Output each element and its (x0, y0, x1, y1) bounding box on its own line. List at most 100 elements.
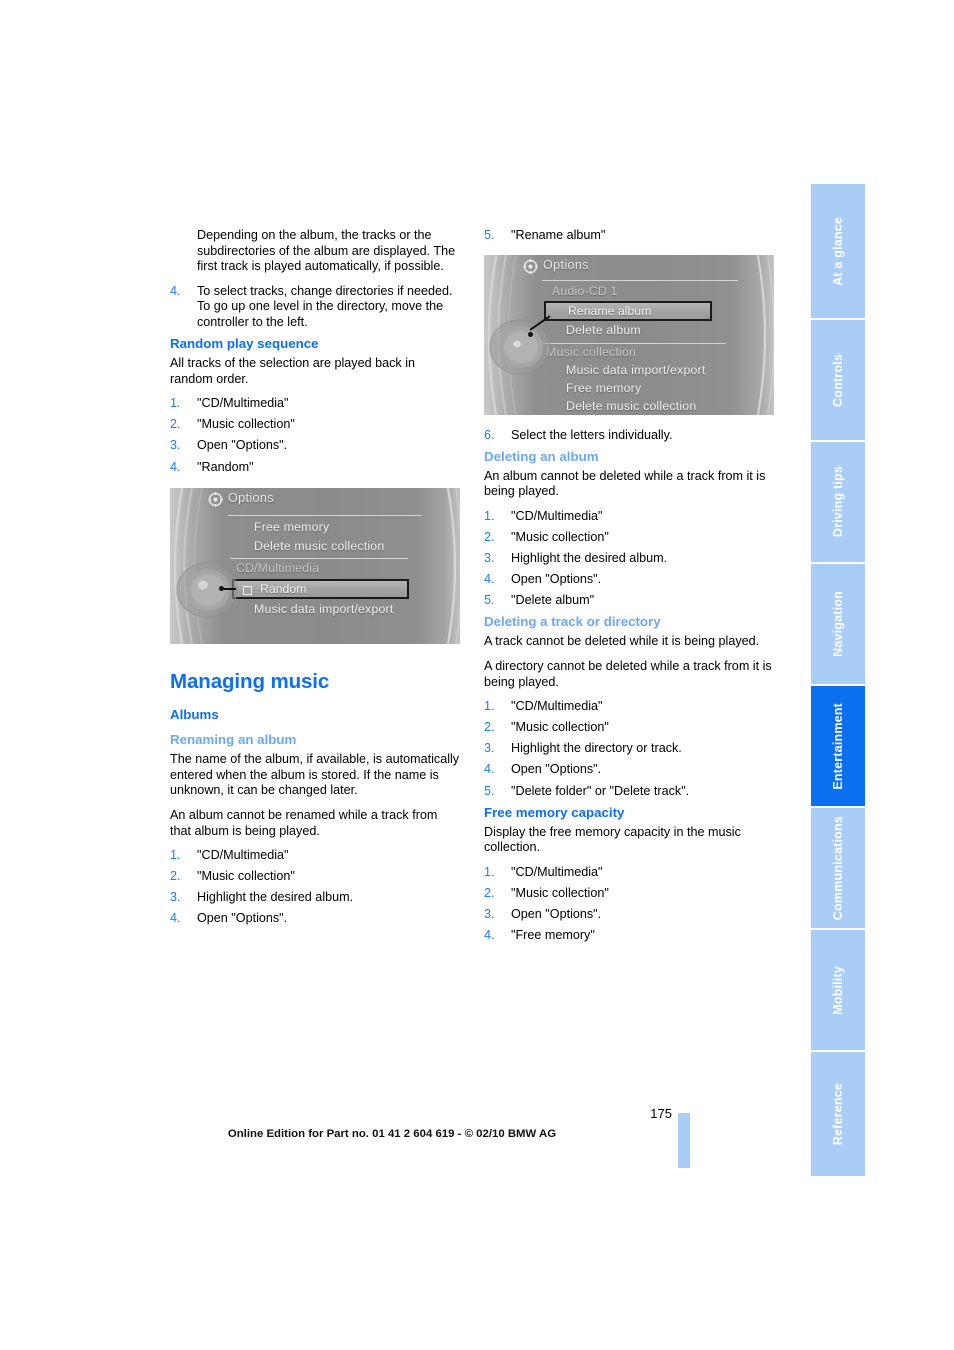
list-item: 6. Select the letters individually. (484, 428, 774, 444)
list-item: 5. "Delete album" (484, 593, 774, 609)
step-number: 2. (170, 417, 181, 432)
step-text: To select tracks, change directories if … (197, 283, 453, 329)
controller-knob-icon (176, 562, 238, 618)
sidebar-tab-label: Mobility (831, 965, 845, 1015)
list-item: 1. "CD/Multimedia" (170, 848, 460, 864)
divider (228, 515, 422, 517)
idrive-item-delete-music-collection[interactable]: Delete music collection (566, 399, 696, 413)
idrive-group-label-music-collection: Music collection (546, 344, 636, 359)
idrive-item-free-memory[interactable]: Free memory (566, 381, 641, 395)
random-step-list: 1. "CD/Multimedia" 2. "Music collection"… (170, 396, 460, 475)
random-intro-paragraph: All tracks of the selection are played b… (170, 356, 416, 386)
step-text: Highlight the desired album. (197, 890, 354, 905)
step-number: 2. (170, 869, 181, 884)
list-item: 2. "Music collection" (170, 869, 460, 885)
sidebar-tab-communications[interactable]: Communications (811, 808, 865, 930)
list-item: 3. Highlight the directory or track. (484, 741, 774, 757)
list-item: 2. "Music collection" (170, 417, 460, 433)
idrive-item-delete-music-collection[interactable]: Delete music collection (254, 539, 384, 553)
idrive-group-label-cd-multimedia: CD/Multimedia (236, 561, 320, 576)
step-number: 3. (484, 741, 495, 756)
step-text: "Delete album" (511, 593, 595, 608)
idrive-screenshot-random-options: Options Free memory Delete music collect… (170, 488, 460, 645)
divider (542, 279, 738, 281)
idrive-title-rename: Options (543, 257, 589, 272)
right-text-column: 5. "Rename album" Options Audio-CD 1 Ren… (484, 228, 774, 949)
sidebar-tab-driving-tips[interactable]: Driving tips (811, 442, 865, 564)
callout-dot (528, 331, 533, 337)
sidebar-tab-entertainment[interactable]: Entertainment (811, 686, 865, 808)
list-item: 1. "CD/Multimedia" (484, 699, 774, 715)
idrive-item-music-data-import-export[interactable]: Music data import/export (254, 602, 393, 616)
chapter-tab-rail: At a glance Controls Driving tips Naviga… (811, 184, 865, 1176)
list-item: 4. To select tracks, change directories … (170, 284, 460, 331)
list-item: 2. "Music collection" (484, 886, 774, 902)
rename-paragraph-2: An album cannot be renamed while a track… (170, 807, 438, 838)
idrive-item-delete-album[interactable]: Delete album (566, 323, 641, 337)
idrive-selected-row-rename-album[interactable]: Rename album (544, 300, 712, 321)
step-number: 2. (484, 885, 495, 900)
step-text: Open "Options". (511, 762, 602, 777)
step-text: "Free memory" (511, 928, 595, 943)
intro-step-list: 4. To select tracks, change directories … (170, 284, 460, 331)
sidebar-tab-at-a-glance[interactable]: At a glance (811, 184, 865, 320)
step-text: "Random" (197, 459, 254, 474)
step-number: 4. (170, 459, 181, 474)
heading-albums: Albums (170, 707, 219, 723)
step-number: 4. (484, 928, 495, 943)
step-number: 3. (484, 906, 495, 921)
idrive-screenshot-rename-options: Options Audio-CD 1 Rename album Delete a… (484, 254, 774, 415)
delete-track-paragraph-1: A track cannot be deleted while it is be… (484, 634, 760, 649)
idrive-item-free-memory[interactable]: Free memory (254, 520, 329, 534)
left-text-column: Depending on the album, the tracks or th… (170, 228, 460, 932)
free-memory-step-list: 1. "CD/Multimedia" 2. "Music collection"… (484, 865, 774, 944)
step-text: Open "Options". (197, 911, 288, 926)
list-item: 4. Open "Options". (484, 762, 774, 778)
rename-step-list: 1. "CD/Multimedia" 2. "Music collection"… (170, 848, 460, 927)
step-text: "Rename album" (511, 228, 606, 242)
footer-edition-note: Online Edition for Part no. 01 41 2 604 … (0, 1128, 954, 1140)
step-number: 1. (170, 396, 181, 411)
step-number: 1. (484, 508, 495, 523)
step-text: "CD/Multimedia" (197, 848, 289, 863)
step-number: 5. (484, 593, 495, 608)
step-text: "CD/Multimedia" (197, 396, 289, 411)
intro-paragraph: Depending on the album, the tracks or th… (197, 228, 456, 274)
step-text: Select the letters individually. (511, 427, 673, 442)
idrive-selected-row-random[interactable]: Random (232, 579, 409, 600)
step-number: 5. (484, 228, 495, 242)
page-number: 175 (650, 1106, 672, 1121)
sidebar-tab-controls[interactable]: Controls (811, 320, 865, 442)
idrive-selected-label: Random (260, 582, 307, 597)
sidebar-tab-navigation[interactable]: Navigation (811, 564, 865, 686)
step-text: Highlight the desired album. (511, 551, 668, 566)
sidebar-tab-mobility[interactable]: Mobility (811, 930, 865, 1052)
step-number: 1. (170, 848, 181, 863)
rename-step-list-continued: 5. "Rename album" (484, 228, 774, 244)
sidebar-tab-label: At a glance (831, 216, 845, 286)
step-text: Open "Options". (511, 906, 602, 921)
step-text: Highlight the directory or track. (511, 741, 682, 756)
step-number: 2. (484, 529, 495, 544)
document-page: At a glance Controls Driving tips Naviga… (0, 0, 954, 1350)
step-text: "Music collection" (197, 869, 295, 884)
idrive-item-music-data-import-export[interactable]: Music data import/export (566, 363, 705, 377)
step-text: "Music collection" (511, 720, 609, 735)
step-text: "CD/Multimedia" (511, 864, 603, 879)
gear-icon (208, 492, 223, 507)
delete-album-step-list: 1. "CD/Multimedia" 2. "Music collection"… (484, 509, 774, 609)
step-number: 3. (170, 890, 181, 905)
step-text: Open "Options". (197, 438, 288, 453)
idrive-header-rename: Options (484, 255, 774, 279)
rename-step-6-list: 6. Select the letters individually. (484, 428, 774, 444)
footer-accent-bar (678, 1113, 690, 1168)
page-title: Managing music (170, 670, 330, 694)
delete-album-intro: An album cannot be deleted while a track… (484, 468, 766, 499)
sidebar-tab-reference[interactable]: Reference (811, 1052, 865, 1176)
list-item: 5. "Delete folder" or "Delete track". (484, 784, 774, 800)
sidebar-tab-label: Driving tips (831, 466, 845, 538)
heading-deleting-an-album: Deleting an album (484, 448, 599, 464)
list-item: 1. "CD/Multimedia" (484, 865, 774, 881)
sidebar-tab-label: Communications (831, 815, 845, 921)
step-text: "Music collection" (511, 885, 609, 900)
